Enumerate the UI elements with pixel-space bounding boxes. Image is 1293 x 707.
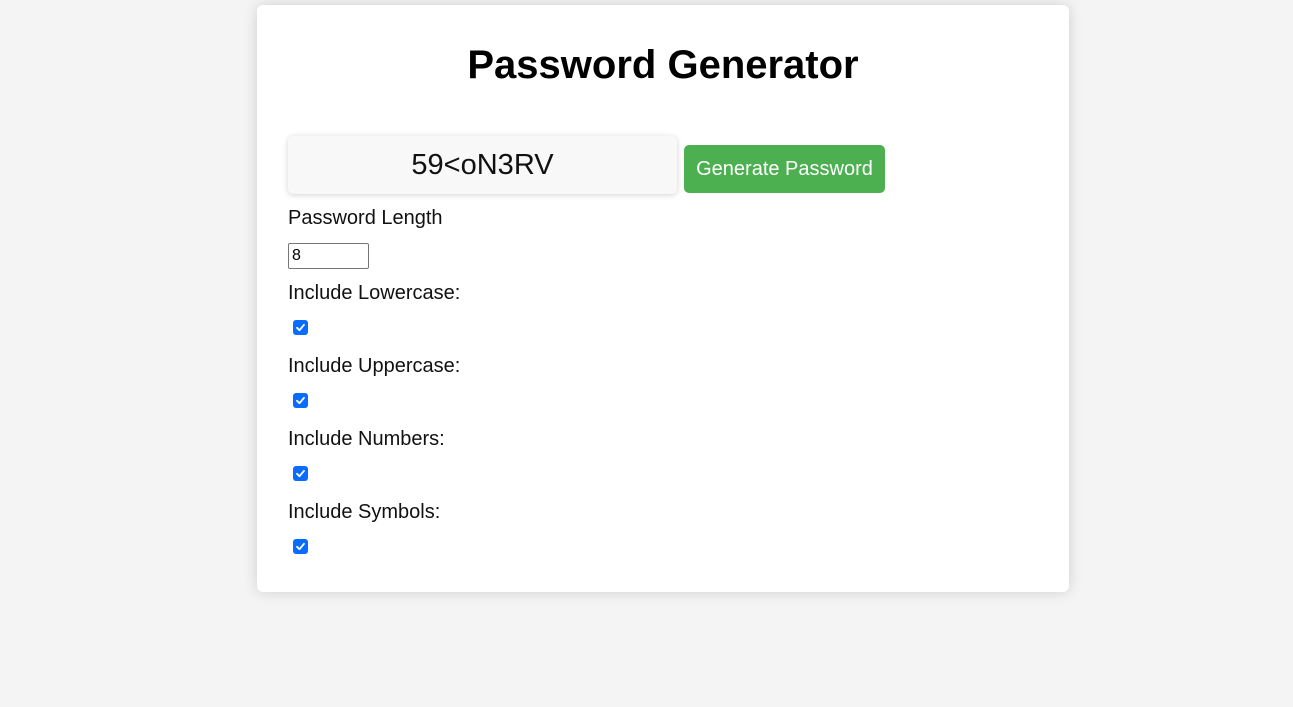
generate-password-button[interactable]: Generate Password [684,145,885,193]
page-title: Password Generator [467,43,859,87]
checkmark-icon [296,469,305,478]
include-numbers-checkbox[interactable] [293,466,308,481]
include-symbols-checkbox[interactable] [293,539,308,554]
password-output[interactable]: 59<oN3RV [288,136,677,194]
checkmark-icon [296,323,305,332]
include-uppercase-checkbox[interactable] [293,393,308,408]
include-numbers-label: Include Numbers: [288,428,445,450]
include-lowercase-checkbox[interactable] [293,320,308,335]
checkmark-icon [296,396,305,405]
checkmark-icon [296,542,305,551]
password-length-label: Password Length [288,207,443,229]
include-uppercase-label: Include Uppercase: [288,355,461,377]
password-generator-card: Password Generator 59<oN3RV Generate Pas… [257,5,1069,592]
password-length-input[interactable] [288,243,369,269]
include-lowercase-label: Include Lowercase: [288,282,461,304]
include-symbols-label: Include Symbols: [288,501,441,523]
